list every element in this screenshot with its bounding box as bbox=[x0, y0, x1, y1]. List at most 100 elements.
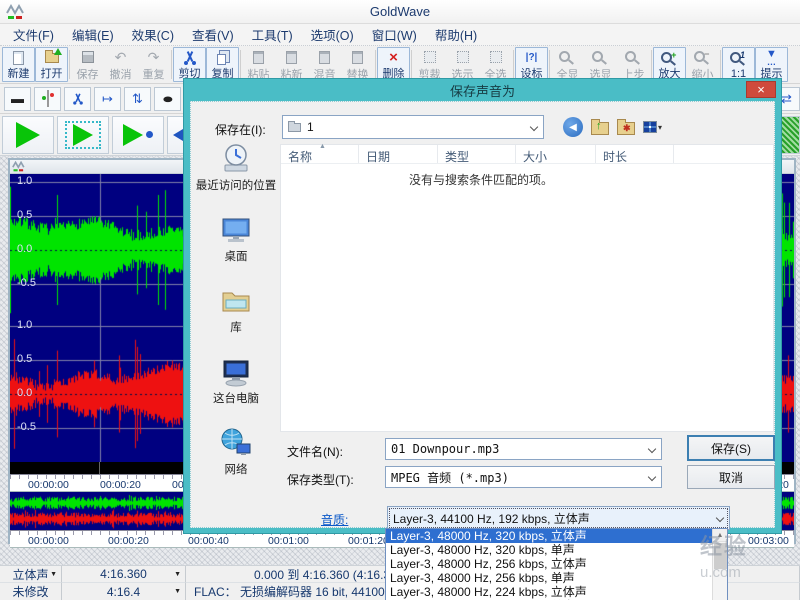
quality-option-5[interactable]: Layer-3, 48000 Hz, 224 kbps, 立体声 bbox=[386, 585, 712, 599]
back-button[interactable]: ◀ bbox=[563, 117, 583, 137]
up-one-level-button[interactable]: ↑ bbox=[591, 122, 609, 135]
empty-folder-message: 没有与搜索条件匹配的项。 bbox=[281, 171, 681, 188]
quality-combobox[interactable]: Layer-3, 44100 Hz, 192 kbps, 立体声 bbox=[387, 506, 730, 530]
show-all-button[interactable]: 全显 bbox=[551, 47, 584, 82]
column-header-2[interactable]: 日期 bbox=[359, 145, 438, 163]
sidebar-item-3[interactable]: 库 bbox=[193, 284, 279, 355]
scrollbar-thumb[interactable] bbox=[714, 543, 727, 569]
menu-item-5[interactable]: 工具(T) bbox=[243, 23, 302, 46]
channel-mode-cell[interactable]: 立体声▼ bbox=[0, 566, 62, 583]
menu-item-1[interactable]: 文件(F) bbox=[4, 23, 63, 46]
zoom-out-button[interactable]: −缩小 bbox=[686, 47, 719, 82]
toolbar-separator bbox=[411, 50, 412, 79]
save-type-combobox[interactable]: MPEG 音频 (*.mp3) bbox=[385, 466, 662, 488]
quality-dropdown-list: Layer-3, 48000 Hz, 320 kbps, 立体声Layer-3,… bbox=[385, 528, 728, 600]
set-marker-button[interactable]: |?|设标 bbox=[515, 47, 548, 82]
play-custom-button[interactable] bbox=[112, 116, 164, 154]
zoom-1-1-button[interactable]: 11:1 bbox=[722, 47, 755, 82]
redo-button[interactable]: ↷重复 bbox=[137, 47, 170, 82]
level-icon: ▬ bbox=[11, 91, 24, 106]
select-all-button[interactable]: 全选 bbox=[479, 47, 512, 82]
save-icon bbox=[79, 49, 97, 65]
filename-combobox[interactable]: 01 Downpour.mp3 bbox=[385, 438, 662, 460]
app-title-bar[interactable]: GoldWave bbox=[0, 0, 800, 24]
recent-places-icon bbox=[219, 142, 253, 179]
cut-button[interactable]: 剪切 bbox=[173, 47, 206, 82]
stretch-button[interactable]: ⇅ bbox=[124, 87, 151, 111]
quality-option-1[interactable]: Layer-3, 48000 Hz, 320 kbps, 立体声 bbox=[386, 529, 712, 543]
quality-option-3[interactable]: Layer-3, 48000 Hz, 256 kbps, 立体声 bbox=[386, 557, 712, 571]
menu-item-3[interactable]: 效果(C) bbox=[123, 23, 183, 46]
column-header-5[interactable]: 时长 bbox=[596, 145, 674, 163]
menu-item-7[interactable]: 窗口(W) bbox=[363, 23, 426, 46]
position-cell[interactable]: 4:16.4▼ bbox=[62, 583, 186, 600]
new-folder-button[interactable]: ✱ bbox=[617, 122, 635, 135]
snap-icon: ↦ bbox=[102, 91, 113, 107]
sidebar-item-4[interactable]: 这台电脑 bbox=[193, 355, 279, 426]
save-button[interactable]: 保存 bbox=[71, 47, 104, 82]
open-file-icon bbox=[43, 50, 61, 66]
column-header-3[interactable]: 类型 bbox=[438, 145, 516, 163]
dialog-close-button[interactable]: × bbox=[746, 81, 776, 98]
mixer-button[interactable] bbox=[34, 87, 61, 111]
places-sidebar: 最近访问的位置桌面库这台电脑网络 bbox=[193, 142, 279, 497]
cancel-button[interactable]: 取消 bbox=[687, 465, 775, 489]
delete-button[interactable]: ×删除 bbox=[377, 47, 410, 82]
ruler-label: 00:00:20 bbox=[108, 535, 149, 547]
file-list-header: ▲名称日期类型大小时长 bbox=[281, 145, 773, 164]
quality-option-4[interactable]: Layer-3, 48000 Hz, 256 kbps, 单声 bbox=[386, 571, 712, 585]
play-icon bbox=[16, 122, 40, 148]
show-selection-button[interactable]: 选显 bbox=[584, 47, 617, 82]
stretch-icon: ⇅ bbox=[132, 91, 143, 107]
length-cell[interactable]: 4:16.360▼ bbox=[62, 566, 186, 583]
previous-zoom-button[interactable]: 上步 bbox=[617, 47, 650, 82]
split-button[interactable] bbox=[64, 87, 91, 111]
sidebar-item-1[interactable]: 最近访问的位置 bbox=[193, 142, 279, 213]
ruler-label: 00:00:00 bbox=[28, 479, 69, 491]
select-view-button[interactable]: 选示 bbox=[446, 47, 479, 82]
open-file-button[interactable]: 打开 bbox=[35, 47, 68, 82]
filename-label: 文件名(N): bbox=[287, 443, 343, 460]
format-info-value: FLAC： 无损编解码器 16 bit, 44100Hz bbox=[194, 583, 399, 600]
save-button[interactable]: 保存(S) bbox=[687, 435, 775, 461]
save-in-combobox[interactable]: 1 bbox=[282, 115, 544, 139]
zoom-in-button[interactable]: +放大 bbox=[653, 47, 686, 82]
trim-button[interactable]: 剪裁 bbox=[413, 47, 446, 82]
zoom-out-icon: − bbox=[694, 49, 712, 65]
views-button[interactable]: ▾ bbox=[643, 121, 662, 133]
mix-button[interactable]: 混音 bbox=[308, 47, 341, 82]
paste-new-icon bbox=[283, 49, 301, 65]
cut-icon bbox=[181, 50, 199, 66]
sidebar-item-5[interactable]: 网络 bbox=[193, 426, 279, 497]
column-header-4[interactable]: 大小 bbox=[516, 145, 596, 163]
dialog-title-bar[interactable]: 保存声音为 bbox=[184, 79, 781, 101]
scroll-up-icon[interactable]: ▲ bbox=[713, 529, 727, 542]
toolbar-separator bbox=[69, 50, 70, 79]
replace-button[interactable]: 替换 bbox=[341, 47, 374, 82]
level-button[interactable]: ▬ bbox=[4, 87, 31, 111]
menu-item-4[interactable]: 查看(V) bbox=[183, 23, 243, 46]
paste-new-button[interactable]: 粘新 bbox=[275, 47, 308, 82]
menu-item-2[interactable]: 编辑(E) bbox=[63, 23, 123, 46]
hint-button[interactable]: ▼…提示 bbox=[755, 47, 788, 82]
replace-icon bbox=[349, 49, 367, 65]
menu-item-8[interactable]: 帮助(H) bbox=[426, 23, 486, 46]
play-button[interactable] bbox=[2, 116, 54, 154]
column-header-1[interactable]: ▲名称 bbox=[281, 145, 359, 163]
quality-link-label[interactable]: 音质: bbox=[321, 511, 348, 528]
marker-dot-icon bbox=[146, 131, 153, 138]
undo-button[interactable]: ↶撤消 bbox=[104, 47, 137, 82]
menu-item-6[interactable]: 选项(O) bbox=[302, 23, 363, 46]
quality-option-2[interactable]: Layer-3, 48000 Hz, 320 kbps, 单声 bbox=[386, 543, 712, 557]
paste-button[interactable]: 粘贴 bbox=[242, 47, 275, 82]
copy-button[interactable]: 复制 bbox=[206, 47, 239, 82]
lens-button[interactable]: ● bbox=[154, 87, 181, 111]
dropdown-scrollbar[interactable]: ▲ bbox=[712, 529, 727, 600]
new-file-button[interactable]: 新建 bbox=[2, 47, 35, 82]
redo-icon: ↷ bbox=[145, 49, 163, 65]
trim-icon bbox=[421, 49, 439, 65]
play-selection-button[interactable] bbox=[57, 116, 109, 154]
snap-button[interactable]: ↦ bbox=[94, 87, 121, 111]
file-list[interactable]: ▲名称日期类型大小时长 没有与搜索条件匹配的项。 bbox=[280, 144, 774, 432]
sidebar-item-2[interactable]: 桌面 bbox=[193, 213, 279, 284]
